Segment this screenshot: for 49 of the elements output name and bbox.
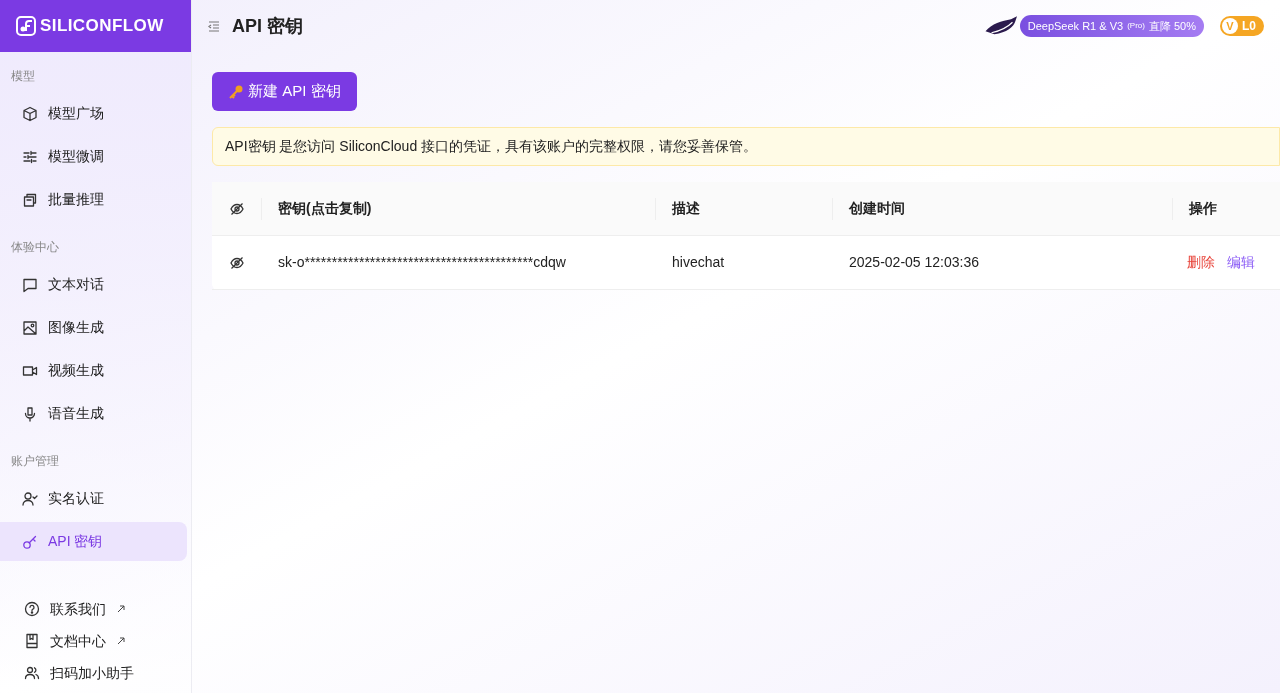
table-cell-text: hivechat xyxy=(671,253,726,272)
sidebar-item[interactable]: 模型广场 xyxy=(0,94,187,133)
column-header: 操作 xyxy=(1188,199,1218,218)
book-icon xyxy=(24,633,40,649)
sidebar-item[interactable]: 批量推理 xyxy=(0,180,187,219)
sidebar-item[interactable]: 视频生成 xyxy=(0,351,187,390)
new-api-key-button[interactable]: 新建 API 密钥 xyxy=(212,72,357,111)
level-text: L0 xyxy=(1242,18,1256,35)
users-icon xyxy=(24,665,40,681)
promo-offer: 直降 50% xyxy=(1148,18,1196,34)
stacked-pages-icon xyxy=(22,191,38,208)
column-header: 创建时间 xyxy=(833,197,1173,220)
logo-text: SILICONFLOW xyxy=(40,15,164,38)
eye-off-icon[interactable] xyxy=(228,200,245,217)
section-label: 体验中心 xyxy=(10,239,60,256)
microphone-icon xyxy=(22,405,38,422)
sliders-icon xyxy=(22,148,38,165)
footer-link[interactable]: 扫码加小助手 xyxy=(0,657,191,689)
table-cell-text: 2025-02-05 12:03:36 xyxy=(848,253,980,272)
sidebar-item[interactable]: API 密钥 xyxy=(0,522,187,561)
eye-off-icon[interactable] xyxy=(229,254,245,271)
column-header: 描述 xyxy=(656,197,833,220)
section-label: 模型 xyxy=(10,68,36,85)
key-icon xyxy=(22,533,38,550)
sidebar-item[interactable]: 文本对话 xyxy=(0,265,187,304)
sidebar-item[interactable]: 模型微调 xyxy=(0,137,187,176)
help-icon xyxy=(24,601,40,617)
section-label: 账户管理 xyxy=(10,453,60,470)
footer-link[interactable]: 文档中心 xyxy=(0,625,191,657)
image-icon xyxy=(22,319,38,336)
promo-banner[interactable]: DeepSeek R1 & V3 (Pro) 直降 50% xyxy=(1019,15,1204,37)
promo-tag: (Pro) xyxy=(1127,20,1145,32)
level-letter: V xyxy=(1222,18,1238,34)
chat-bubble-icon xyxy=(22,276,38,293)
sidebar-item[interactable]: 实名认证 xyxy=(0,479,187,518)
sidebar-item[interactable]: 语音生成 xyxy=(0,394,187,433)
user-check-icon xyxy=(22,490,38,507)
footer-link[interactable]: 联系我们 xyxy=(0,593,191,625)
delete-link[interactable]: 删除 xyxy=(1187,252,1215,273)
cube-icon xyxy=(22,105,38,122)
page-title: API 密钥 xyxy=(232,14,303,38)
edit-link[interactable]: 编辑 xyxy=(1227,252,1255,273)
api-key-cell[interactable]: sk-o******************************************cdqw xyxy=(262,252,656,273)
promo-text: DeepSeek R1 & V3 xyxy=(1027,18,1124,34)
logo-icon xyxy=(16,16,36,36)
notice-text: API密钥 是您访问 SiliconCloud 接口的凭证，具有该账户的完整权限，请您妥善保管。 xyxy=(225,137,758,156)
sidebar-item[interactable]: 图像生成 xyxy=(0,308,187,347)
key-icon xyxy=(228,83,244,100)
column-header: 密钥(点击复制) xyxy=(262,197,656,220)
